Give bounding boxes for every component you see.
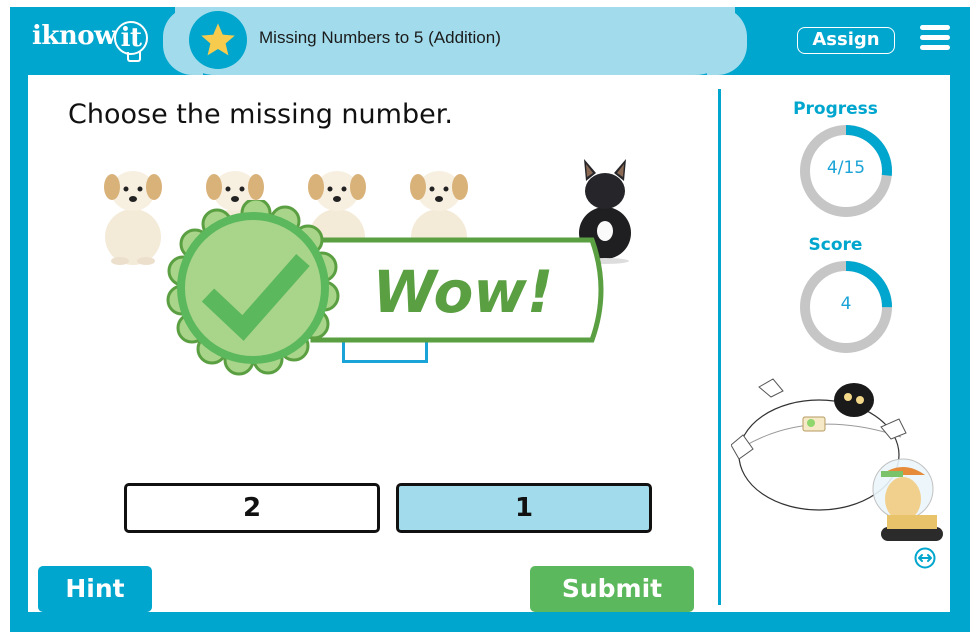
question-panel: Choose the missing number. Wow! 2 1 Hint… [28, 75, 720, 612]
progress-label: Progress [793, 99, 878, 119]
score-label: Score [808, 235, 863, 255]
star-icon [189, 11, 247, 69]
score-value: 4 [840, 294, 852, 314]
hamburger-menu-icon[interactable] [920, 25, 950, 51]
logo-text: iknow [32, 21, 117, 51]
content-area: Choose the missing number. Wow! 2 1 Hint… [28, 75, 950, 612]
logo-bulb-text: it [120, 23, 142, 53]
submit-button[interactable]: Submit [530, 566, 694, 612]
lesson-title: Missing Numbers to 5 (Addition) [259, 28, 501, 47]
wow-feedback-badge: Wow! [166, 200, 604, 376]
answer-option-1[interactable]: 1 [396, 483, 652, 533]
assign-button[interactable]: Assign [797, 27, 895, 54]
robot-mascot-icon [731, 378, 943, 541]
app-frame: iknow it Missing Numbers to 5 (Addition) … [10, 7, 970, 632]
hint-button[interactable]: Hint [38, 566, 152, 612]
lightbulb-icon: it [114, 21, 149, 62]
iknowit-logo[interactable]: iknow it [32, 21, 149, 62]
answer-option-2[interactable]: 2 [124, 483, 380, 533]
stats-sidebar: Progress 4/15 Score 4 [721, 75, 950, 612]
swap-horizontal-icon[interactable] [914, 547, 936, 569]
checkmark-badge-icon [166, 200, 340, 376]
progress-value: 4/15 [826, 158, 866, 178]
wow-text: Wow! [373, 258, 554, 326]
lesson-title-bar: Missing Numbers to 5 (Addition) [163, 7, 747, 75]
header: iknow it Missing Numbers to 5 (Addition) … [10, 7, 970, 79]
question-prompt: Choose the missing number. [68, 99, 453, 130]
